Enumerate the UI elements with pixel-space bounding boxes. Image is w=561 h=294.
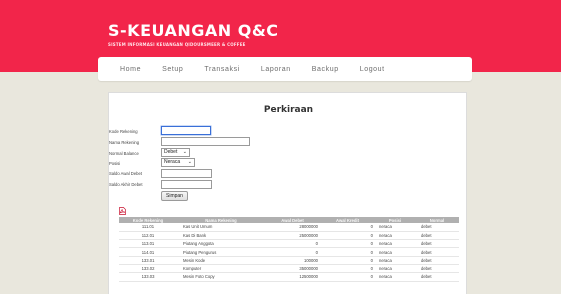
nav-item-laporan[interactable]: Laporan — [261, 66, 291, 73]
cell-normal: debet — [415, 272, 459, 282]
cell-normal: debet — [415, 223, 459, 232]
cell-awal-kredit: 0 — [320, 256, 375, 266]
chevron-down-icon: ⌄ — [182, 149, 187, 155]
table-row[interactable]: 133.02 Komputer 35000000 0 neraca debet — [119, 264, 459, 274]
cell-awal-kredit: 0 — [320, 231, 375, 241]
saldo-awal-label: Saldo Awal Debet — [109, 171, 142, 176]
table-row[interactable]: 112.01 Kas Di Bank 25000000 0 neraca deb… — [119, 231, 459, 241]
app-subtitle: SISTEM INFORMASI KEUANGAN QIDOURSMEER & … — [108, 42, 246, 47]
cell-awal-debet: 0 — [265, 239, 320, 249]
cell-kode: 112.01 — [119, 231, 177, 241]
cell-nama: Komputer — [177, 264, 265, 274]
perkiraan-form: Kode Rekening Nama Rekening Normal Balan… — [109, 93, 468, 203]
cell-nama: Piutang Pengurus — [177, 247, 265, 257]
cell-awal-debet: 35000000 — [265, 264, 320, 274]
cell-posisi: neraca — [375, 239, 415, 249]
cell-kode: 133.03 — [119, 272, 177, 282]
cell-nama: Mesin Foto Copy — [177, 272, 265, 282]
main-nav: Home Setup Transaksi Laporan Backup Logo… — [98, 57, 472, 81]
kode-rekening-input[interactable] — [161, 126, 211, 135]
cell-kode: 111.01 — [119, 223, 177, 232]
perkiraan-table: Kode Rekening Nama Rekening Awal Debet A… — [119, 217, 459, 282]
cell-nama: Kas Unit Umum — [177, 223, 265, 232]
brand: S-KEUANGAN Q&C SISTEM INFORMASI KEUANGAN… — [108, 21, 279, 48]
nav-item-transaksi[interactable]: Transaksi — [204, 66, 239, 73]
cell-normal: debet — [415, 247, 459, 257]
cell-posisi: neraca — [375, 223, 415, 232]
cell-nama: Piutang Anggota — [177, 239, 265, 249]
normal-balance-select[interactable]: Debet ⌄ — [161, 148, 190, 157]
kode-rekening-label: Kode Rekening — [109, 129, 138, 134]
cell-awal-kredit: 0 — [320, 247, 375, 257]
cell-posisi: neraca — [375, 272, 415, 282]
cell-awal-debet: 0 — [265, 247, 320, 257]
cell-nama: Mesin Kode — [177, 256, 265, 266]
table-row[interactable]: 114.01 Piutang Pengurus 0 0 neraca debet — [119, 247, 459, 257]
posisi-select[interactable]: Neraca ⌄ — [161, 158, 195, 167]
cell-posisi: neraca — [375, 247, 415, 257]
pdf-icon[interactable] — [119, 207, 126, 215]
nav-item-home[interactable]: Home — [120, 66, 141, 73]
cell-awal-kredit: 0 — [320, 264, 375, 274]
cell-awal-debet: 100000 — [265, 256, 320, 266]
content-panel: Perkiraan Kode Rekening Nama Rekening No… — [108, 92, 467, 294]
saldo-awal-input[interactable] — [161, 169, 212, 178]
table-row[interactable]: 113.01 Piutang Anggota 0 0 neraca debet — [119, 239, 459, 249]
nav-item-logout[interactable]: Logout — [360, 66, 385, 73]
cell-posisi: neraca — [375, 264, 415, 274]
cell-awal-debet: 25000000 — [265, 231, 320, 241]
cell-normal: debet — [415, 256, 459, 266]
table-row[interactable]: 111.01 Kas Unit Umum 28000000 0 neraca d… — [119, 223, 459, 232]
saldo-akhir-input[interactable] — [161, 180, 212, 189]
normal-balance-value: Debet — [164, 149, 178, 155]
table-row[interactable]: 133.03 Mesin Foto Copy 12500000 0 neraca… — [119, 272, 459, 282]
table-row[interactable]: 133.01 Mesin Kode 100000 0 neraca debet — [119, 256, 459, 266]
nav-item-setup[interactable]: Setup — [162, 66, 183, 73]
cell-normal: debet — [415, 264, 459, 274]
posisi-value: Neraca — [164, 159, 181, 165]
cell-kode: 113.01 — [119, 239, 177, 249]
nama-rekening-label: Nama Rekening — [109, 140, 140, 145]
cell-nama: Kas Di Bank — [177, 231, 265, 241]
cell-awal-kredit: 0 — [320, 223, 375, 232]
cell-kode: 133.02 — [119, 264, 177, 274]
cell-kode: 133.01 — [119, 256, 177, 266]
cell-awal-kredit: 0 — [320, 239, 375, 249]
cell-awal-debet: 28000000 — [265, 223, 320, 232]
cell-posisi: neraca — [375, 231, 415, 241]
cell-kode: 114.01 — [119, 247, 177, 257]
posisi-label: Posisi — [109, 161, 121, 166]
cell-awal-debet: 12500000 — [265, 272, 320, 282]
nama-rekening-input[interactable] — [161, 137, 250, 146]
cell-awal-kredit: 0 — [320, 272, 375, 282]
saldo-akhir-label: Saldo Akhir Debet — [109, 182, 143, 187]
simpan-button[interactable]: Simpan — [161, 191, 188, 201]
cell-posisi: neraca — [375, 256, 415, 266]
chevron-down-icon: ⌄ — [187, 159, 192, 165]
app-title: S-KEUANGAN Q&C — [108, 21, 279, 40]
cell-normal: debet — [415, 231, 459, 241]
cell-normal: debet — [415, 239, 459, 249]
nav-item-backup[interactable]: Backup — [312, 66, 339, 73]
normal-balance-label: Normal Balance — [109, 151, 139, 156]
